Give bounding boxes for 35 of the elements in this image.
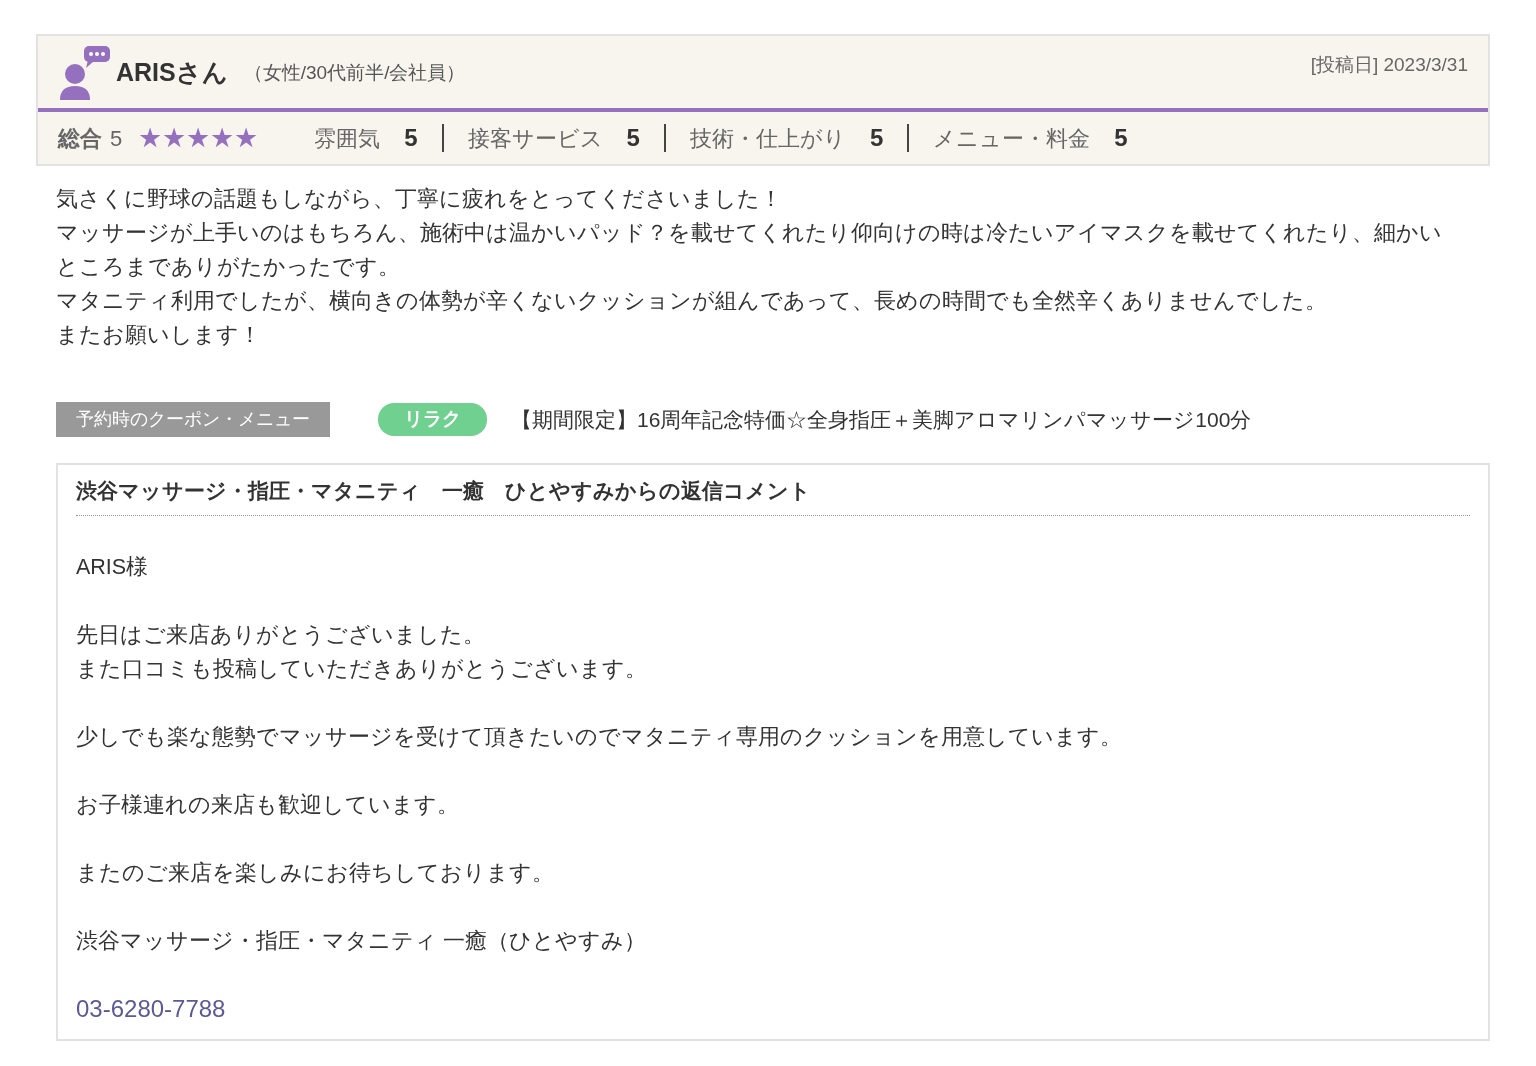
rating-label: 接客サービス: [467, 124, 603, 153]
reviewer-profile: （女性/30代前半/会社員）: [243, 60, 466, 85]
category-tag: リラク: [378, 403, 487, 436]
star-icon: ★: [186, 124, 211, 152]
rating-label: 雰囲気: [314, 124, 381, 153]
star-icon: ★: [234, 124, 259, 152]
reply-text: お子様連れの来店も歓迎しています。: [76, 791, 460, 819]
reviewer-name: ARISさん: [116, 57, 228, 89]
rating-label: メニュー・料金: [933, 124, 1091, 153]
rating-score: 5: [1114, 123, 1128, 153]
review-text: マッサージが上手いのはもちろん、施術中は温かいパッド？を載せてくれたり仰向けの時は冷たいアイマスクを載せてくれたり、細かいところまでありがたかったです。: [56, 219, 1443, 281]
overall-label: 総合: [58, 124, 102, 153]
star-icon: ★: [210, 124, 235, 152]
reply-text: 先日はご来店ありがとうございました。: [76, 621, 486, 649]
star-icon: ★: [162, 124, 187, 152]
reply-title: 渋谷マッサージ・指圧・マタニティ 一癒 ひとやすみからの返信コメント: [76, 475, 1470, 516]
review-text: マタニティ利用でしたが、横向きの体勢が辛くないクッションが組んであって、長めの時間でも全然辛くありませんでした。: [56, 287, 1328, 315]
reply-text: また口コミも投稿していただきありがとうございます。: [76, 655, 648, 683]
reply-text: またのご来店を楽しみにお待ちしております。: [76, 859, 555, 887]
rating-score: 5: [626, 123, 640, 153]
star-icon: ★: [138, 124, 163, 152]
coupon-label: 予約時のクーポン・メニュー: [56, 402, 330, 437]
rating-score: 5: [869, 123, 884, 153]
post-date: [投稿日] 2023/3/31: [1310, 52, 1468, 77]
rating-score: 5: [404, 123, 418, 153]
phone-link[interactable]: 03-6280-7788: [76, 994, 226, 1022]
rating-label: 技術・仕上がり: [689, 124, 846, 153]
review-text: 気さくに野球の話題もしながら、丁寧に疲れをとってくださいました！: [56, 185, 783, 213]
user-comment-icon: [58, 46, 112, 100]
overall-score: 5: [110, 124, 123, 153]
review-text: またお願いします！: [56, 321, 262, 349]
reply-text: 渋谷マッサージ・指圧・マタニティ 一癒（ひとやすみ）: [76, 927, 647, 955]
coupon-name: 【期間限定】16周年記念特価☆全身指圧＋美脚アロマリンパマッサージ100分: [511, 406, 1252, 433]
reply-text: 少しでも楽な態勢でマッサージを受けて頂きたいのでマタニティ専用のクッションを用意しています。: [76, 723, 1123, 751]
reply-text: ARIS様: [76, 553, 150, 581]
